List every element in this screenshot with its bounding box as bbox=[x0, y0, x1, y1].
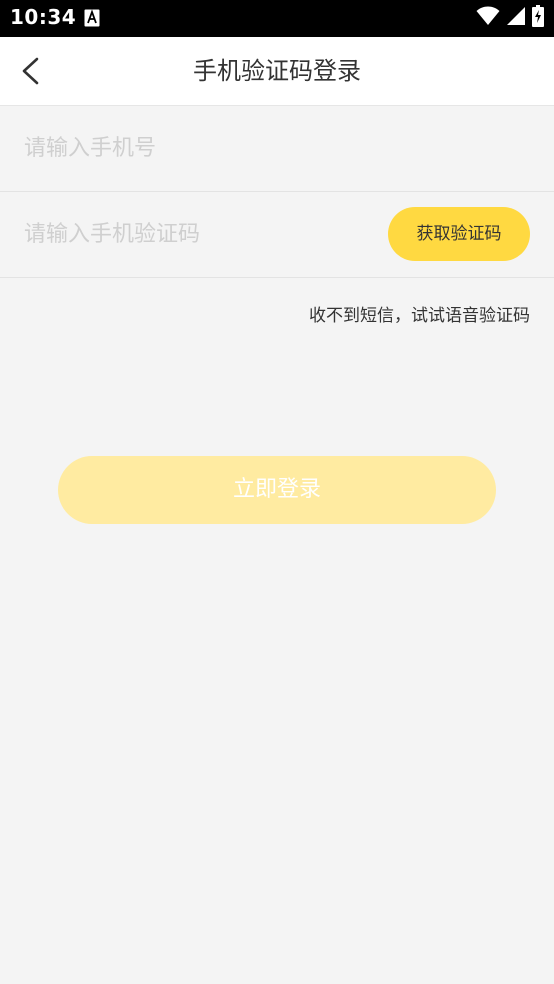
status-bar: 10:34 bbox=[0, 0, 554, 37]
verification-code-input[interactable] bbox=[24, 192, 364, 277]
battery-charging-icon bbox=[532, 5, 544, 31]
voice-code-link[interactable]: 收不到短信，试试语音验证码 bbox=[309, 301, 530, 326]
phone-row bbox=[0, 106, 554, 192]
status-icons bbox=[476, 5, 544, 31]
code-row: 获取验证码 bbox=[0, 192, 554, 278]
phone-input[interactable] bbox=[24, 106, 364, 191]
app-notification-icon bbox=[84, 9, 100, 27]
signal-icon bbox=[506, 6, 526, 30]
page-title: 手机验证码登录 bbox=[193, 57, 361, 85]
header: 手机验证码登录 bbox=[0, 37, 554, 106]
login-button[interactable]: 立即登录 bbox=[58, 456, 496, 524]
get-code-button[interactable]: 获取验证码 bbox=[388, 207, 530, 261]
wifi-icon bbox=[476, 6, 500, 30]
status-time: 10:34 bbox=[10, 5, 77, 29]
